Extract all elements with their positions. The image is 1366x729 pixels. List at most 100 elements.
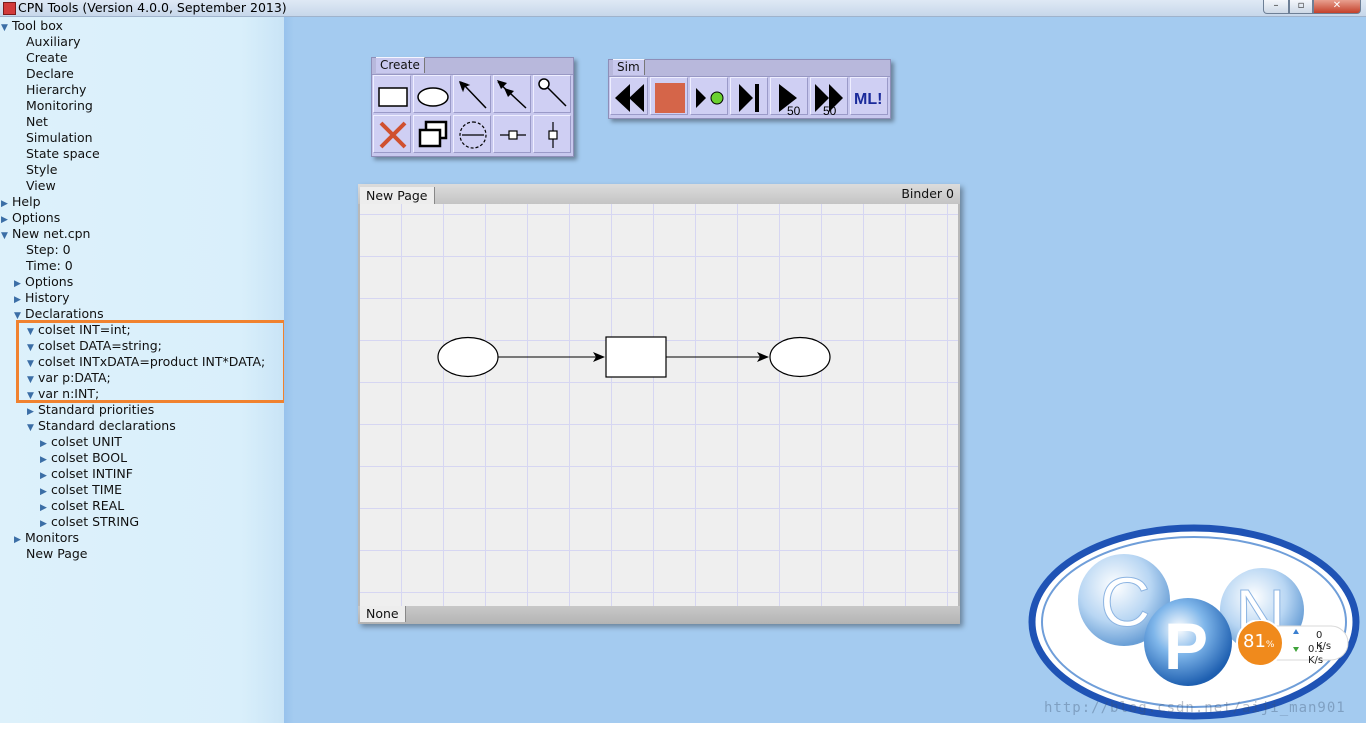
window-title: CPN Tools (Version 4.0.0, September 2013… (18, 0, 287, 15)
tree-item-label: Tool box (12, 18, 63, 33)
cpu-percent: 81% (1243, 631, 1275, 652)
place-1[interactable] (437, 336, 499, 378)
minimize-button[interactable]: – (1263, 0, 1289, 14)
page-canvas[interactable] (360, 204, 958, 606)
tree-item-label: colset UNIT (51, 434, 122, 449)
tree-item[interactable]: ▶ History (14, 290, 69, 306)
binder[interactable]: New Page Binder 0 None (358, 184, 960, 624)
tree-item-label: State space (26, 146, 100, 161)
tree-item[interactable]: Time: 0 (26, 258, 73, 274)
tree-item-label: Auxiliary (26, 34, 81, 49)
logo-letter-p: P (1164, 609, 1208, 683)
tree-item-label: Style (26, 162, 58, 177)
tree-item[interactable]: ▶ colset BOOL (40, 450, 127, 466)
tree-item[interactable]: Simulation (26, 130, 93, 146)
tree-item-label: Time: 0 (26, 258, 73, 273)
toggle-arc-direction-tool[interactable] (453, 115, 491, 153)
tree-item-label: colset STRING (51, 514, 140, 529)
tree-item-label: Help (12, 194, 41, 209)
tree-item-label: Monitors (25, 530, 80, 545)
transition-1[interactable] (605, 336, 667, 378)
tree-item[interactable]: ▶ colset REAL (40, 498, 124, 514)
window-controls: – ▫ ✕ (1263, 0, 1361, 14)
tree-item[interactable]: ▼ Tool box (1, 18, 63, 34)
tree-item[interactable]: ▶ colset TIME (40, 482, 122, 498)
tree-item[interactable]: Auxiliary (26, 34, 81, 50)
app-icon (3, 2, 16, 15)
close-button[interactable]: ✕ (1313, 0, 1361, 14)
tree-item[interactable]: ▼ New net.cpn (1, 226, 90, 242)
create-palette-tab[interactable]: Create (376, 57, 425, 73)
tree-item-label: Options (25, 274, 74, 289)
maximize-button[interactable]: ▫ (1289, 0, 1313, 14)
tree-item-label: Hierarchy (26, 82, 87, 97)
delete-tool[interactable] (373, 115, 411, 153)
tree-item-label: colset TIME (51, 482, 123, 497)
tree-item-label: colset REAL (51, 498, 125, 513)
ml-label: ML! (854, 91, 882, 108)
play-single-step-tool[interactable] (690, 77, 728, 115)
highlight-box (16, 320, 286, 403)
stop-tool[interactable] (650, 77, 688, 115)
binder-label: Binder 0 (901, 186, 954, 201)
sim-palette[interactable]: Sim 50 50 ML! (608, 59, 891, 119)
rewind-tool[interactable] (610, 77, 648, 115)
title-bar: CPN Tools (Version 4.0.0, September 2013… (0, 0, 1366, 17)
tree-item[interactable]: New Page (26, 546, 88, 562)
tree-item-label: Standard declarations (38, 418, 176, 433)
transition-tool[interactable] (373, 75, 411, 113)
watermark: http://blog.csdn.net/aiji_man901 (1044, 700, 1346, 716)
tree-item[interactable]: Monitoring (26, 98, 93, 114)
tree-item-label: Step: 0 (26, 242, 71, 257)
binder-tabbar: New Page Binder 0 (358, 184, 960, 204)
tree-item[interactable]: ▶ Monitors (14, 530, 79, 546)
tree-item-label: New net.cpn (12, 226, 91, 241)
page-tab-new-page[interactable]: New Page (360, 187, 435, 204)
tree-item-label: Declare (26, 66, 74, 81)
tree-item-label: Simulation (26, 130, 93, 145)
tree-item[interactable]: Create (26, 50, 68, 66)
sim-palette-tab[interactable]: Sim (613, 59, 645, 75)
download-speed: 0.1 K/s (1308, 644, 1324, 666)
net-diagram (437, 336, 831, 378)
tree-item[interactable]: Style (26, 162, 57, 178)
tree-item-label: Declarations (25, 306, 104, 321)
expanded-triangle-icon[interactable]: ▼ (27, 420, 38, 436)
single-step-tool[interactable] (730, 77, 768, 115)
tree-item[interactable]: ▶ colset INTINF (40, 466, 133, 482)
tree-item[interactable]: ▶ Help (1, 194, 41, 210)
bottom-strip (0, 723, 1366, 729)
tree-item[interactable]: Net (26, 114, 48, 130)
tree-item[interactable]: Hierarchy (26, 82, 86, 98)
play-50-tool[interactable]: 50 (770, 77, 808, 116)
tree-item[interactable]: ▶ Options (1, 210, 60, 226)
logo-letter-c: C (1100, 563, 1151, 641)
tree-item[interactable]: ▶ Standard priorities (27, 402, 154, 418)
reset-arc-tool[interactable] (533, 75, 571, 113)
tree-item[interactable]: ▶ colset STRING (40, 514, 139, 530)
tree-item-label: Monitoring (26, 98, 93, 113)
tree-item[interactable]: Step: 0 (26, 242, 71, 258)
tree-item[interactable]: ▶ Options (14, 274, 73, 290)
sim-palette-tabbar (609, 60, 890, 77)
ml-evaluate-tool[interactable]: ML! (850, 77, 888, 115)
expanded-triangle-icon[interactable]: ▼ (1, 228, 12, 244)
tree-item[interactable]: ▼ Standard declarations (27, 418, 176, 434)
vertical-guideline-tool[interactable] (533, 115, 571, 153)
expanded-triangle-icon[interactable]: ▼ (1, 20, 12, 36)
tree-item[interactable]: State space (26, 146, 100, 162)
tree-item-label: Net (26, 114, 48, 129)
horizontal-guideline-tool[interactable] (493, 115, 531, 153)
arc-tool[interactable] (453, 75, 491, 113)
create-palette[interactable]: Create (371, 57, 574, 157)
tree-item[interactable]: Declare (26, 66, 74, 82)
place-2[interactable] (769, 336, 831, 378)
fast-forward-50-tool[interactable]: 50 (810, 77, 848, 116)
tree-item[interactable]: ▶ colset UNIT (40, 434, 122, 450)
tree-item[interactable]: View (26, 178, 56, 194)
bottom-tab-none[interactable]: None (360, 606, 406, 622)
clone-tool[interactable] (413, 115, 451, 153)
collapsed-triangle-icon[interactable]: ▶ (14, 532, 25, 548)
double-arc-tool[interactable] (493, 75, 531, 113)
place-tool[interactable] (413, 75, 451, 113)
